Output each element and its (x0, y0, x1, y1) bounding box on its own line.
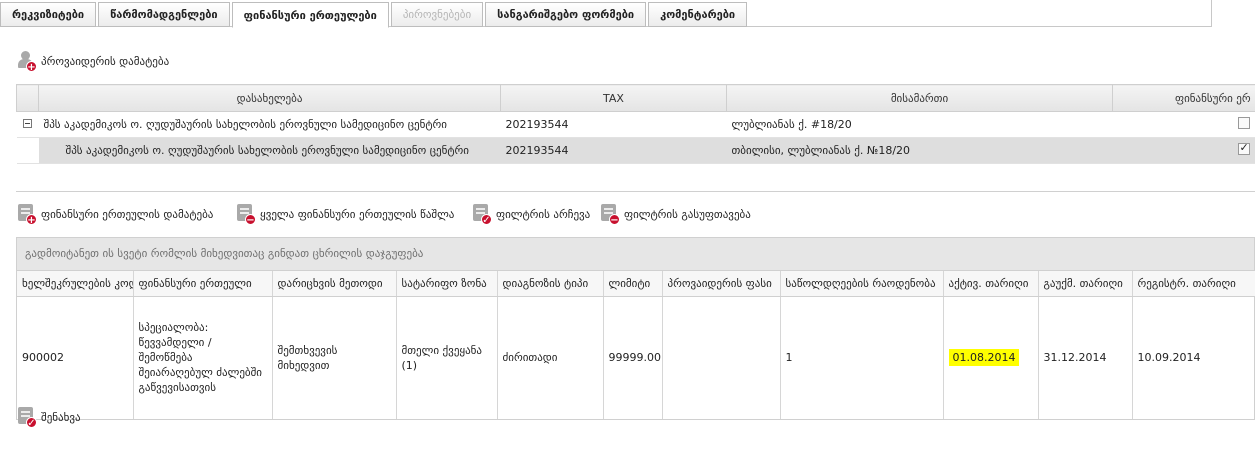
column-header-tariff-zone[interactable]: სატარიფო ზონა (396, 271, 498, 297)
filter-edit-icon: ✓ (472, 203, 492, 226)
providers-table: დასახელება TAX მისამართი ფინანსური ერ შპ… (16, 84, 1255, 164)
group-by-panel[interactable]: გადმოიტანეთ ის სვეტი რომლის მიხედვითაც გ… (17, 238, 1254, 271)
provider-tax: 202193544 (500, 137, 727, 164)
provider-address: ლუბლიანას ქ. #18/20 (726, 111, 1113, 138)
add-document-icon: + (17, 203, 37, 226)
column-header-diagnosis-type[interactable]: დიაგნოზის ტიპი (497, 271, 604, 297)
filter-clear-icon: − (600, 203, 620, 226)
table-row[interactable]: შპს აკადემიკოს ო. ღუდუშაურის სახელობის ე… (16, 111, 1255, 138)
registration-date-cell: 10.09.2014 (1132, 296, 1255, 419)
column-header-limit[interactable]: ლიმიტი (603, 271, 663, 297)
tab-reporting-forms[interactable]: სანგარიშგებო ფორმები (485, 2, 647, 27)
column-header-activation-date[interactable]: აქტივ. თარიღი (943, 271, 1039, 297)
column-header-tax[interactable]: TAX (500, 84, 727, 112)
column-header-accrual-method[interactable]: დარიცხვის მეთოდი (272, 271, 397, 297)
provider-tax: 202193544 (500, 111, 727, 138)
bed-days-cell: 1 (780, 296, 944, 419)
delete-all-units-button[interactable]: − ყველა ფინანსური ერთეულის წაშლა (236, 203, 455, 226)
tab-bar: რეკვიზიტები წარმომადგენლები ფინანსური ერ… (0, 0, 1212, 28)
collapse-icon[interactable] (22, 119, 32, 128)
activation-date-cell: 01.08.2014 (943, 296, 1039, 419)
tab-representatives[interactable]: წარმომადგენლები (98, 2, 230, 27)
save-button[interactable]: ✓ შენახვა (17, 406, 81, 429)
column-header-bed-days[interactable]: საწოლდღეების რაოდენობა (780, 271, 944, 297)
table-row[interactable]: 900002 სპეციალობა: წევვამდელი / შემოწმებ… (17, 296, 1255, 419)
column-header-financial-unit[interactable]: ფინანსური ერთეული (133, 271, 273, 297)
select-filter-button[interactable]: ✓ ფილტრის არჩევა (472, 203, 591, 226)
table-row[interactable]: შპს აკადემიკოს ო. ღუდუშაურის სახელობის ე… (16, 137, 1255, 164)
financial-checkbox[interactable] (1237, 141, 1250, 155)
provider-price-cell (662, 296, 781, 419)
limit-cell: 99999.00 (603, 296, 663, 419)
provider-address: თბილისი, ლუბლიანას ქ. №18/20 (726, 137, 1113, 164)
column-header-address[interactable]: მისამართი (726, 84, 1113, 112)
tab-persons: პიროვნებები (390, 2, 484, 27)
column-header-cancel-date[interactable]: გაუქმ. თარიღი (1038, 271, 1133, 297)
financial-unit-cell: სპეციალობა: წევვამდელი / შემოწმება შეიარ… (133, 296, 273, 419)
column-header-name[interactable]: დასახელება (38, 84, 501, 112)
add-unit-button[interactable]: + ფინანსური ერთეულის დამატება (17, 203, 214, 226)
add-provider-button[interactable]: + პროვაიდერის დამატება (17, 50, 170, 73)
tab-requisites[interactable]: რეკვიზიტები (0, 2, 97, 27)
save-label: შენახვა (41, 410, 81, 424)
financial-checkbox[interactable] (1237, 117, 1250, 129)
section-divider (16, 191, 1255, 192)
tab-financial-units[interactable]: ფინანსური ერთეულები (231, 2, 389, 28)
tariff-zone-cell: მთელი ქვეყანა (1) (396, 296, 498, 419)
clear-filter-button[interactable]: − ფილტრის გასუფთავება (600, 203, 751, 226)
accrual-method-cell: შემთხვევის მიხედვით (272, 296, 397, 419)
provider-name: შპს აკადემიკოს ო. ღუდუშაურის სახელობის ე… (38, 111, 501, 138)
column-header-financial[interactable]: ფინანსური ერ (1112, 84, 1255, 112)
column-header-provider-price[interactable]: პროვაიდერის ფასი (662, 271, 781, 297)
add-person-icon: + (17, 50, 37, 73)
tab-comments[interactable]: კომენტარები (648, 2, 748, 27)
add-unit-label: ფინანსური ერთეულის დამატება (41, 207, 214, 221)
expander-column-header (16, 84, 39, 112)
delete-all-label: ყველა ფინანსური ერთეულის წაშლა (260, 207, 455, 221)
column-header-contract-code[interactable]: ხელშეკრულების კოდი (17, 271, 134, 297)
units-table: ხელშეკრულების კოდი ფინანსური ერთეული დარ… (17, 271, 1255, 419)
financial-units-grid: გადმოიტანეთ ის სვეტი რომლის მიხედვითაც გ… (16, 237, 1255, 420)
save-document-icon: ✓ (17, 406, 37, 429)
column-header-registration-date[interactable]: რეგისტრ. თარიღი (1132, 271, 1255, 297)
select-filter-label: ფილტრის არჩევა (496, 207, 591, 221)
cancel-date-cell: 31.12.2014 (1038, 296, 1133, 419)
contract-code-cell: 900002 (17, 296, 134, 419)
provider-name: შპს აკადემიკოს ო. ღუდუშაურის სახელობის ე… (38, 137, 501, 164)
diagnosis-type-cell: ძირითადი (497, 296, 604, 419)
highlighted-date: 01.08.2014 (948, 349, 1020, 367)
delete-document-icon: − (236, 203, 256, 226)
add-provider-label: პროვაიდერის დამატება (41, 54, 170, 68)
clear-filter-label: ფილტრის გასუფთავება (624, 207, 751, 221)
